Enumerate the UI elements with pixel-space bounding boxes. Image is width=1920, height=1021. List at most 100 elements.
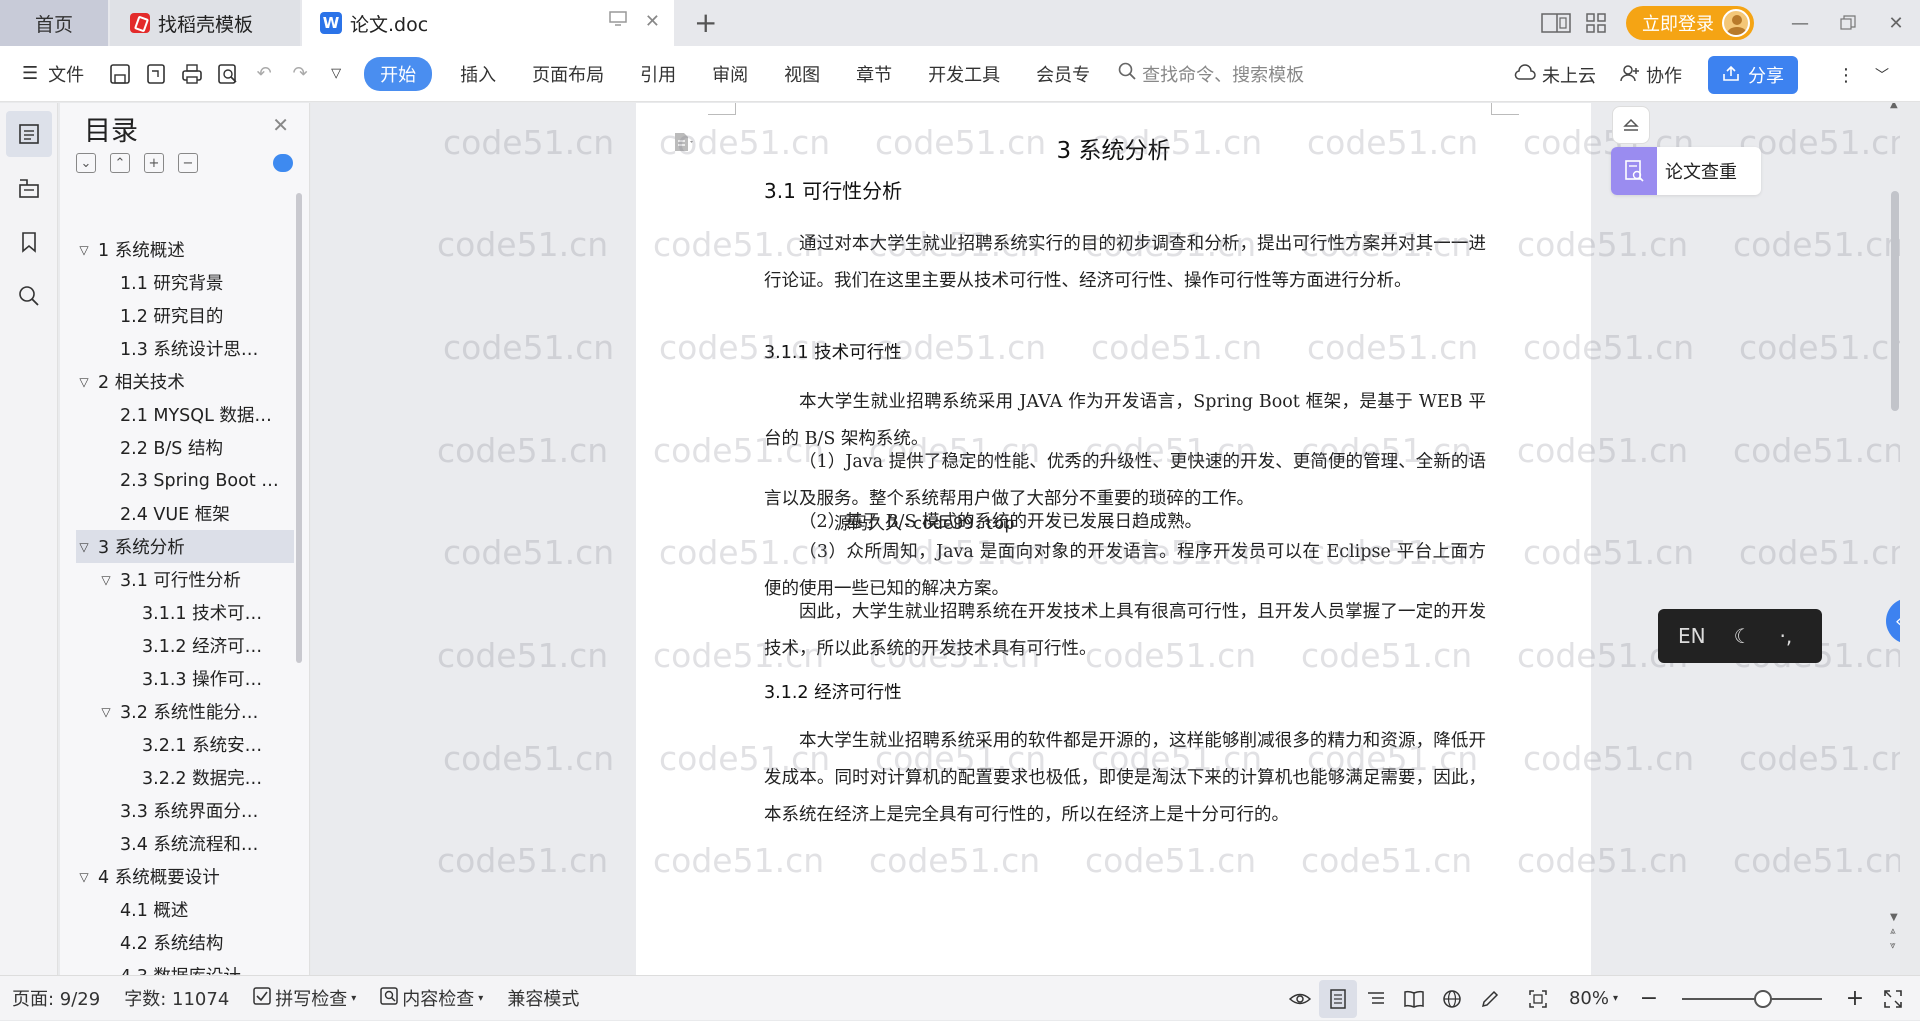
zoom-in-icon[interactable]: + — [1836, 980, 1874, 1018]
page-count[interactable]: 页面: 9/29 — [0, 985, 112, 1011]
toc-item[interactable]: 3.2.2 数据完… — [76, 761, 294, 794]
tab-chapter[interactable]: 章节 — [838, 61, 910, 87]
undo-icon[interactable]: ↶ — [246, 56, 282, 92]
print-icon[interactable] — [174, 56, 210, 92]
moon-icon[interactable]: ☾ — [1734, 624, 1752, 648]
layout-icon[interactable] — [1536, 0, 1576, 46]
zoom-slider-knob[interactable] — [1754, 989, 1772, 1008]
ribbon-collapse-icon[interactable]: ﹀ — [1864, 57, 1900, 93]
apps-grid-icon[interactable] — [1576, 0, 1616, 46]
chevron-down-icon[interactable]: ▽ — [98, 573, 114, 587]
cloud-status[interactable]: 未上云 — [1502, 62, 1608, 88]
toc-item[interactable]: 1.3 系统设计思… — [76, 332, 294, 365]
toc-item[interactable]: 3.3 系统界面分… — [76, 794, 294, 827]
save-icon[interactable] — [102, 56, 138, 92]
add-heading-icon[interactable]: + — [144, 153, 164, 173]
zoom-out-icon[interactable]: − — [1630, 980, 1668, 1018]
page-view-icon[interactable] — [1318, 979, 1357, 1018]
toc-item[interactable]: 3.1.3 操作可… — [76, 662, 294, 695]
scroll-up-icon[interactable]: ▲ — [1890, 103, 1898, 110]
fit-page-icon[interactable] — [1519, 980, 1557, 1018]
tab-home[interactable]: 首页 — [0, 0, 108, 46]
zoom-slider[interactable] — [1682, 989, 1822, 1008]
chapter-nav-icon[interactable] — [6, 165, 52, 211]
web-view-icon[interactable] — [1433, 980, 1471, 1018]
command-search[interactable]: 查找命令、搜索模板 — [1118, 61, 1304, 87]
print-preview-icon[interactable] — [210, 56, 246, 92]
toc-item[interactable]: ▽ 3.2 系统性能分… — [76, 695, 294, 728]
export-pdf-icon[interactable] — [138, 56, 174, 92]
chevron-down-icon[interactable]: ▽ — [98, 705, 114, 719]
tab-references[interactable]: 引用 — [622, 61, 694, 87]
page-nav-icons[interactable]: ▼ ⩓ ⩔ — [1890, 911, 1898, 953]
tab-review[interactable]: 审阅 — [694, 61, 766, 87]
toc-scrollbar[interactable] — [296, 193, 302, 663]
chevron-left-icon[interactable]: ‹ — [1886, 598, 1900, 644]
share-button[interactable]: 分享 — [1708, 56, 1798, 94]
tab-template[interactable]: 找稻壳模板 — [110, 0, 300, 46]
toc-item[interactable]: 2.4 VUE 框架 — [76, 497, 294, 530]
toc-item[interactable]: ▽ 1 系统概述 — [76, 233, 294, 266]
redo-icon[interactable]: ↷ — [282, 56, 318, 92]
word-count[interactable]: 字数: 11074 — [112, 985, 241, 1011]
tab-insert[interactable]: 插入 — [442, 61, 514, 87]
toc-item[interactable]: 4.3 数据库设计 — [76, 959, 294, 975]
collab-button[interactable]: 协作 — [1608, 62, 1694, 88]
remove-heading-icon[interactable]: − — [178, 153, 198, 173]
toc-panel-icon[interactable] — [6, 111, 52, 157]
plagiarism-check-button[interactable]: 论文查重 — [1611, 147, 1761, 195]
toc-item[interactable]: 3.1.2 经济可… — [76, 629, 294, 662]
side-panel-toggle-icon[interactable] — [1612, 106, 1650, 144]
zoom-level[interactable]: 80% ▾ — [1557, 988, 1630, 1009]
restore-icon[interactable] — [1824, 0, 1872, 46]
eye-protection-icon[interactable] — [1281, 980, 1319, 1018]
reading-view-icon[interactable] — [1395, 980, 1433, 1018]
toc-item[interactable]: ▽ 4 系统概要设计 — [76, 860, 294, 893]
document-scrollbar[interactable]: ▲ ▼ ⩓ ⩔ — [1890, 103, 1900, 975]
chevron-down-icon[interactable]: ▽ — [76, 540, 92, 554]
expand-all-icon[interactable]: ⌃ — [110, 153, 130, 173]
tab-view[interactable]: 视图 — [766, 61, 838, 87]
close-window-icon[interactable]: ✕ — [1872, 0, 1920, 46]
ime-language-label[interactable]: EN — [1678, 624, 1706, 648]
pen-icon[interactable] — [1471, 980, 1509, 1018]
find-icon[interactable] — [6, 273, 52, 319]
chevron-down-icon[interactable]: ▽ — [76, 243, 92, 257]
toc-item[interactable]: 3.1.1 技术可… — [76, 596, 294, 629]
tab-document[interactable]: W 论文.doc ✕ — [302, 0, 674, 46]
tab-page-layout[interactable]: 页面布局 — [514, 61, 622, 87]
outline-view-icon[interactable] — [1357, 980, 1395, 1018]
ime-toolbar[interactable]: EN ☾ ·, — [1658, 609, 1822, 663]
toc-item[interactable]: ▽ 2 相关技术 — [76, 365, 294, 398]
toc-item[interactable]: 2.2 B/S 结构 — [76, 431, 294, 464]
toc-close-icon[interactable]: ✕ — [272, 113, 289, 137]
toc-item[interactable]: 1.1 研究背景 — [76, 266, 294, 299]
login-button[interactable]: 立即登录 — [1626, 6, 1754, 40]
fullscreen-icon[interactable] — [1874, 980, 1912, 1018]
toc-item[interactable]: 4.2 系统结构 — [76, 926, 294, 959]
toc-item[interactable]: 4.1 概述 — [76, 893, 294, 926]
more-dropdown-icon[interactable]: ▽ — [318, 56, 354, 92]
content-check-button[interactable]: 内容检查 ▾ — [368, 985, 495, 1011]
scroll-thumb[interactable] — [1891, 191, 1899, 411]
more-options-icon[interactable]: ⋮ — [1828, 57, 1864, 93]
tab-member[interactable]: 会员专 — [1018, 61, 1108, 87]
toc-item[interactable]: 1.2 研究目的 — [76, 299, 294, 332]
minimize-icon[interactable]: — — [1776, 0, 1824, 46]
tab-developer[interactable]: 开发工具 — [910, 61, 1018, 87]
toc-item[interactable]: 3.4 系统流程和… — [76, 827, 294, 860]
new-tab-button[interactable]: + — [694, 6, 717, 39]
spell-check-button[interactable]: 拼写检查 ▾ — [241, 985, 368, 1011]
toc-item[interactable]: 3.2.1 系统安… — [76, 728, 294, 761]
ime-punctuation-label[interactable]: ·, — [1780, 624, 1793, 648]
chevron-down-icon[interactable]: ▽ — [76, 870, 92, 884]
close-tab-icon[interactable]: ✕ — [645, 11, 660, 32]
document-page[interactable]: 3 系统分析 3.1 可行性分析 通过对本大学生就业招聘系统实行的目的初步调查和… — [636, 103, 1591, 975]
toc-view-toggle-icon[interactable] — [273, 154, 293, 172]
toc-item[interactable]: 2.1 MYSQL 数据… — [76, 398, 294, 431]
chevron-down-icon[interactable]: ▽ — [76, 375, 92, 389]
screen-icon[interactable] — [609, 11, 627, 32]
tab-start[interactable]: 开始 — [364, 56, 433, 91]
collapse-all-icon[interactable]: ⌄ — [76, 153, 96, 173]
toc-item[interactable]: ▽ 3 系统分析 — [76, 530, 294, 563]
